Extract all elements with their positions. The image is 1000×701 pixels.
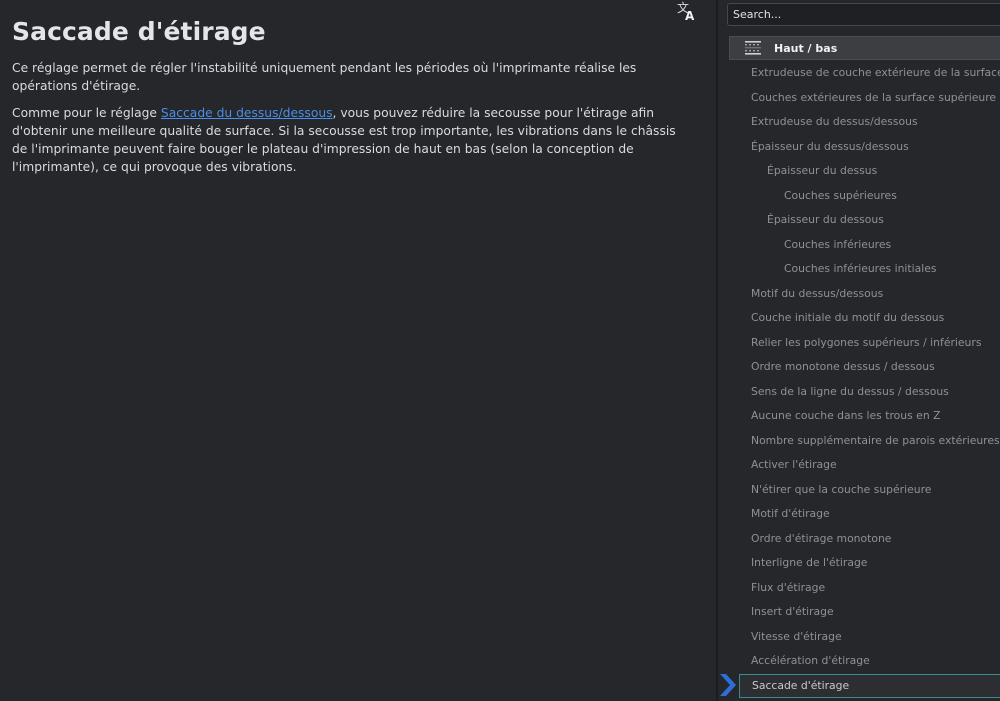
tree-item[interactable]: Aucune couche dans les trous en Z	[718, 404, 1000, 428]
tree-item[interactable]: Couches inférieures initiales	[718, 257, 1000, 281]
tree-item[interactable]: Accélération d'étirage	[718, 649, 1000, 673]
tree-item[interactable]: Activer l'étirage	[718, 453, 1000, 477]
tree-item[interactable]: Couches inférieures	[718, 233, 1000, 257]
svg-text:A: A	[685, 9, 695, 22]
tree-item[interactable]: Ordre monotone dessus / dessous	[718, 355, 1000, 379]
app-window: Saccade d'étirage Ce réglage permet de r…	[0, 0, 1000, 701]
translate-icon[interactable]: 文 A	[674, 0, 698, 23]
article-pane: Saccade d'étirage Ce réglage permet de r…	[0, 0, 716, 701]
chevron-right-icon	[718, 674, 738, 696]
paragraph-2-lead: Comme pour le réglage	[12, 106, 161, 120]
tree-item[interactable]: Ordre d'étirage monotone	[718, 527, 1000, 551]
tree-item[interactable]: Extrudeuse de couche extérieure de la su…	[718, 61, 1000, 85]
article-paragraph-1: Ce réglage permet de régler l'instabilit…	[12, 61, 637, 93]
tree-item[interactable]: Interligne de l'étirage	[718, 551, 1000, 575]
tree-item[interactable]: Extrudeuse du dessus/dessous	[718, 110, 1000, 134]
tree-item[interactable]: Épaisseur du dessus	[718, 159, 1000, 183]
tree-item[interactable]: Flux d'étirage	[718, 576, 1000, 600]
link-top-bottom-jerk[interactable]: Saccade du dessus/dessous	[161, 106, 333, 120]
tree-item[interactable]: Insert d'étirage	[718, 600, 1000, 624]
tree-item[interactable]: Couches supérieures	[718, 184, 1000, 208]
settings-panel: Haut / bas Extrudeuse de couche extérieu…	[718, 0, 1000, 701]
tree-item[interactable]: Couches extérieures de la surface supéri…	[718, 86, 1000, 110]
tree-item[interactable]: Motif du dessus/dessous	[718, 282, 1000, 306]
category-label: Haut / bas	[774, 41, 838, 55]
tree-item-selected[interactable]: Saccade d'étirage	[739, 674, 1000, 698]
tree-item[interactable]: Couche initiale du motif du dessous	[718, 306, 1000, 330]
article-title: Saccade d'étirage	[12, 17, 266, 46]
search-input[interactable]	[727, 3, 1000, 26]
tree-item[interactable]: Relier les polygones supérieurs / inféri…	[718, 331, 1000, 355]
tree-item[interactable]: Nombre supplémentaire de parois extérieu…	[718, 429, 1000, 453]
tree-item[interactable]: Motif d'étirage	[718, 502, 1000, 526]
tree-item[interactable]: N'étirer que la couche supérieure	[718, 478, 1000, 502]
tree-item[interactable]: Sens de la ligne du dessus / dessous	[718, 380, 1000, 404]
tree-item[interactable]: Vitesse d'étirage	[718, 625, 1000, 649]
top-bottom-icon	[744, 40, 762, 56]
category-header-top-bottom[interactable]: Haut / bas	[729, 36, 1000, 60]
article-paragraph-2: Comme pour le réglage Saccade du dessus/…	[12, 104, 677, 176]
tree-item[interactable]: Épaisseur du dessus/dessous	[718, 135, 1000, 159]
tree-item[interactable]: Épaisseur du dessous	[718, 208, 1000, 232]
